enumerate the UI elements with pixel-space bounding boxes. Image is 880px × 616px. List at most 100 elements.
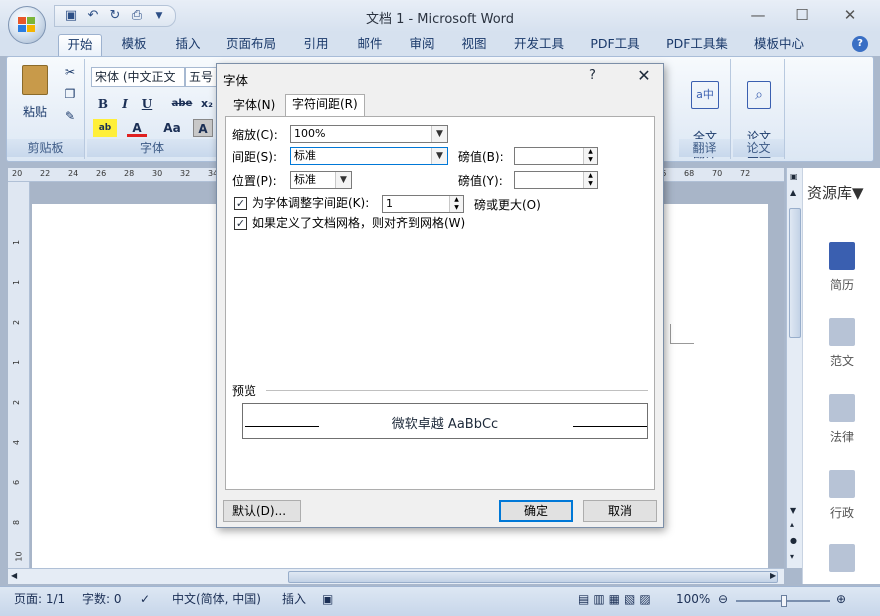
font-name-select[interactable]: 宋体 (中文正文: [91, 67, 185, 87]
spinner[interactable]: ▲ ▼: [449, 196, 463, 212]
spacing-by-input[interactable]: ▲ ▼: [514, 147, 598, 165]
snap-to-grid-checkbox[interactable]: ✓: [234, 217, 247, 230]
close-button[interactable]: ✕: [836, 4, 864, 26]
insert-mode[interactable]: 插入: [282, 591, 306, 607]
highlight-button[interactable]: ab: [93, 119, 117, 137]
tab-char-spacing[interactable]: 字符间距(R): [285, 94, 365, 116]
font-color-button[interactable]: A: [127, 119, 147, 137]
underline-button[interactable]: U: [137, 95, 157, 113]
vertical-scroll-thumb[interactable]: [789, 208, 801, 338]
ruler-number: 30: [152, 169, 163, 178]
tab-template-center[interactable]: 模板中心: [748, 34, 810, 56]
pane-item-law[interactable]: 法律: [803, 394, 880, 445]
tab-developer[interactable]: 开发工具: [508, 34, 570, 56]
prev-page-icon[interactable]: ▴: [790, 520, 794, 529]
ribbon-tabs: 开始 模板 插入 页面布局 引用 邮件 审阅 视图 开发工具 PDF工具 PDF…: [0, 32, 880, 56]
browse-object-icon[interactable]: ●: [790, 536, 797, 545]
spacing-label: 间距(S):: [232, 150, 278, 164]
zoom-out-icon[interactable]: ⊖: [718, 591, 728, 607]
tab-page-layout[interactable]: 页面布局: [220, 34, 282, 56]
tab-font[interactable]: 字体(N): [227, 96, 281, 116]
tab-pdf-tools[interactable]: PDF工具: [584, 34, 646, 56]
view-buttons[interactable]: ▤▥▦▧▨: [578, 591, 655, 607]
spinner[interactable]: ▲ ▼: [583, 172, 597, 188]
quick-access-toolbar: ▣ ↶ ↻ ⎙ ▼: [54, 5, 176, 27]
help-icon[interactable]: ?: [852, 36, 868, 52]
cut-icon[interactable]: ✂: [61, 65, 79, 79]
ruler-toggle-icon[interactable]: ▣: [790, 172, 798, 181]
word-count[interactable]: 字数: 0: [82, 591, 122, 607]
redo-icon[interactable]: ↻: [107, 8, 123, 24]
save-icon[interactable]: ▣: [63, 8, 79, 24]
pane-item-more[interactable]: [803, 544, 880, 578]
chevron-down-icon[interactable]: ▼: [335, 172, 351, 188]
ruler-number: 6: [12, 479, 22, 486]
subscript-button[interactable]: x₂: [197, 95, 217, 113]
dialog-help-button[interactable]: ?: [589, 68, 596, 83]
dialog-close-button[interactable]: ✕: [633, 66, 655, 85]
font-group: 宋体 (中文正文 五号 B I U abe x₂ ab A Aa A 字体: [87, 59, 217, 159]
pane-item-sample[interactable]: 范文: [803, 318, 880, 369]
tab-insert[interactable]: 插入: [166, 34, 210, 56]
horizontal-scrollbar[interactable]: ◀ ▶: [8, 568, 784, 584]
paper-group-label: 论文: [733, 139, 784, 157]
format-painter-icon[interactable]: ✎: [61, 109, 79, 123]
position-select[interactable]: 标准 ▼: [290, 171, 352, 189]
char-scale-button[interactable]: Aa: [159, 119, 185, 137]
char-shading-button[interactable]: A: [193, 119, 213, 137]
next-page-icon[interactable]: ▾: [790, 552, 794, 561]
minimize-button[interactable]: —: [744, 4, 772, 26]
zoom-slider[interactable]: [736, 595, 830, 607]
position-by-input[interactable]: ▲ ▼: [514, 171, 598, 189]
ok-button[interactable]: 确定: [499, 500, 573, 522]
horizontal-scroll-thumb[interactable]: [288, 571, 778, 583]
print-icon[interactable]: ⎙: [129, 8, 145, 24]
font-size-select[interactable]: 五号: [185, 67, 217, 87]
default-button[interactable]: 默认(D)...: [223, 500, 301, 522]
scale-select[interactable]: 100% ▼: [290, 125, 448, 143]
zoom-in-icon[interactable]: ⊕: [836, 591, 846, 607]
zoom-slider-thumb[interactable]: [781, 595, 787, 607]
qat-dropdown-icon[interactable]: ▼: [151, 8, 167, 24]
bold-button[interactable]: B: [93, 95, 113, 113]
macro-icon[interactable]: ▣: [322, 591, 333, 607]
document-icon: [829, 544, 855, 572]
vertical-ruler[interactable]: 1 1 2 1 2 4 6 8 10: [8, 182, 30, 568]
undo-icon[interactable]: ↶: [85, 8, 101, 24]
scroll-up-icon[interactable]: ▲: [790, 188, 796, 197]
copy-icon[interactable]: ❐: [61, 87, 79, 101]
cancel-button[interactable]: 取消: [583, 500, 657, 522]
pane-item-admin[interactable]: 行政: [803, 470, 880, 521]
spinner[interactable]: ▲ ▼: [583, 148, 597, 164]
pane-item-resume[interactable]: 简历: [803, 242, 880, 293]
tab-view[interactable]: 视图: [452, 34, 496, 56]
kerning-input[interactable]: 1 ▲ ▼: [382, 195, 464, 213]
scroll-right-icon[interactable]: ▶: [770, 571, 776, 580]
chevron-down-icon[interactable]: ▼: [431, 126, 447, 142]
kerning-checkbox[interactable]: ✓: [234, 197, 247, 210]
language-status[interactable]: 中文(简体, 中国): [172, 591, 261, 607]
zoom-level[interactable]: 100%: [676, 591, 710, 607]
tab-mailings[interactable]: 邮件: [348, 34, 392, 56]
italic-button[interactable]: I: [115, 95, 135, 113]
vertical-scrollbar[interactable]: ▣ ▲ ▼ ▴ ● ▾: [786, 168, 802, 568]
tab-pdf-toolset[interactable]: PDF工具集: [660, 34, 734, 56]
strikethrough-button[interactable]: abe: [169, 95, 195, 113]
chevron-down-icon[interactable]: ▼: [431, 148, 447, 164]
tab-review[interactable]: 审阅: [400, 34, 444, 56]
preview-label: 预览: [232, 384, 257, 398]
scroll-left-icon[interactable]: ◀: [11, 571, 17, 580]
maximize-button[interactable]: ☐: [788, 4, 816, 26]
ruler-number: 28: [124, 169, 135, 178]
paste-button[interactable]: 粘贴: [17, 65, 53, 129]
page-count[interactable]: 页面: 1/1: [14, 591, 65, 607]
spacing-select[interactable]: 标准 ▼: [290, 147, 448, 165]
pane-item-label: 简历: [829, 278, 854, 292]
resource-pane-title[interactable]: 资源库▼: [807, 182, 864, 203]
scroll-down-icon[interactable]: ▼: [790, 506, 796, 515]
tab-templates[interactable]: 模板: [112, 34, 156, 56]
tab-references[interactable]: 引用: [294, 34, 338, 56]
tab-home[interactable]: 开始: [58, 34, 102, 56]
proofing-icon[interactable]: ✓: [140, 591, 150, 607]
office-button[interactable]: [8, 6, 46, 44]
